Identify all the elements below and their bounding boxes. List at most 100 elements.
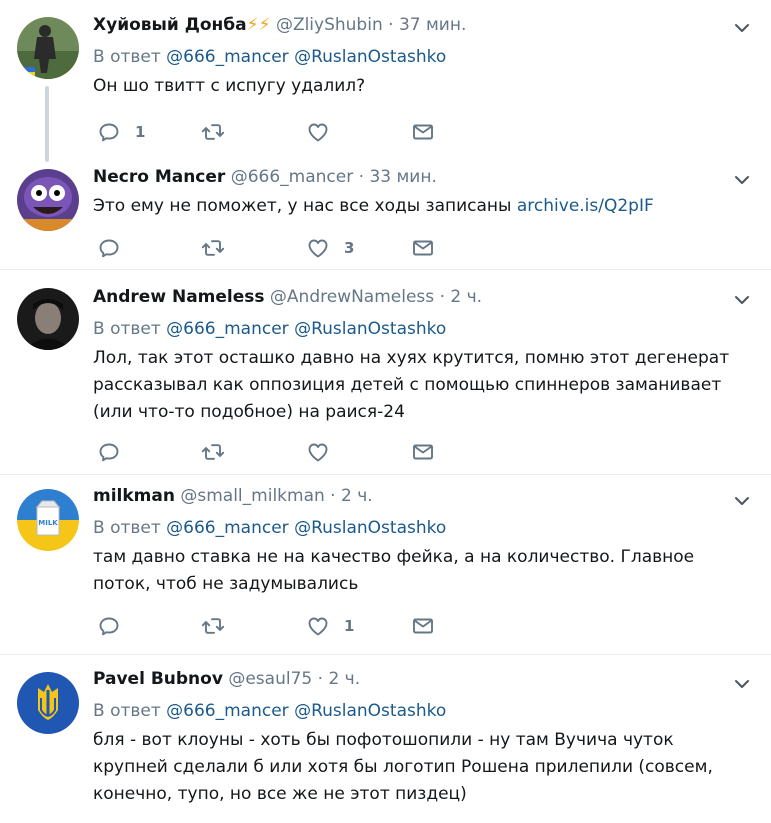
reply-button[interactable]	[97, 236, 135, 260]
tweet-4[interactable]: MILK milkman @small_milkman · 2 ч. В отв…	[0, 475, 771, 655]
reply-prefix: В ответ	[93, 518, 161, 538]
mention-link[interactable]: @RuslanOstashko	[294, 518, 446, 538]
reply-button[interactable]	[97, 614, 135, 638]
user-handle[interactable]: @666_mancer	[231, 167, 354, 187]
like-icon	[306, 236, 330, 260]
tweet-header: Хуйовый Донба⚡⚡ @ZliyShubin · 37 мин.	[93, 13, 751, 37]
like-count: 3	[344, 239, 355, 257]
display-name[interactable]: Хуйовый Донба	[93, 15, 247, 35]
mention-link[interactable]: @666_mancer	[166, 47, 289, 67]
tweet-text: Это ему не поможет, у нас все ходы запис…	[93, 193, 751, 220]
mention-link[interactable]: @RuslanOstashko	[294, 701, 446, 721]
message-icon	[411, 236, 435, 260]
tweet-text-body: Это ему не поможет, у нас все ходы запис…	[93, 196, 517, 216]
message-icon	[411, 614, 435, 638]
separator: ·	[317, 669, 324, 689]
tweet-text: бля - вот клоуны - хоть бы пофотошопили …	[93, 730, 713, 804]
mention-link[interactable]: @666_mancer	[166, 518, 289, 538]
like-count: 1	[344, 617, 355, 635]
like-button[interactable]	[306, 120, 344, 144]
reply-icon	[97, 440, 121, 464]
timestamp[interactable]: 33 мин.	[369, 167, 436, 187]
avatar[interactable]	[17, 17, 79, 79]
lightning-emoji: ⚡⚡	[246, 15, 271, 35]
timestamp[interactable]: 2 ч.	[450, 287, 482, 307]
reply-prefix: В ответ	[93, 319, 161, 339]
timestamp[interactable]: 2 ч.	[328, 669, 360, 689]
mention-link[interactable]: @RuslanOstashko	[294, 47, 446, 67]
tweet-text: Лол, так этот осташко давно на хуях крут…	[93, 348, 730, 422]
separator: ·	[330, 486, 336, 506]
reply-prefix: В ответ	[93, 47, 161, 67]
like-icon	[306, 614, 330, 638]
display-name[interactable]: Necro Mancer	[93, 167, 225, 187]
tweet-text: Он шо твитт с испугу удалил?	[93, 76, 366, 96]
display-name[interactable]: Pavel Bubnov	[93, 669, 223, 689]
message-icon	[411, 440, 435, 464]
separator: ·	[358, 167, 365, 187]
reply-icon	[97, 120, 121, 144]
retweet-icon	[201, 440, 225, 464]
retweet-button[interactable]	[201, 440, 239, 464]
reply-button[interactable]: 1	[97, 120, 145, 144]
reply-icon	[97, 614, 121, 638]
milk-label: MILK	[38, 519, 58, 527]
mention-link[interactable]: @666_mancer	[166, 701, 289, 721]
display-name[interactable]: Andrew Nameless	[93, 287, 265, 307]
tweet-5[interactable]: Pavel Bubnov @esaul75 · 2 ч. В ответ @66…	[0, 655, 771, 823]
retweet-button[interactable]	[201, 614, 239, 638]
tweet-3[interactable]: Andrew Nameless @AndrewNameless · 2 ч. В…	[0, 270, 771, 475]
separator: ·	[439, 287, 445, 307]
timestamp[interactable]: 37 мин.	[399, 15, 466, 35]
display-name[interactable]: milkman	[93, 486, 175, 506]
message-button[interactable]	[411, 440, 435, 464]
message-button[interactable]	[411, 614, 435, 638]
user-handle[interactable]: @ZliyShubin	[276, 15, 383, 35]
avatar[interactable]	[17, 288, 79, 350]
retweet-button[interactable]	[201, 120, 239, 144]
timestamp[interactable]: 2 ч.	[341, 486, 373, 506]
mention-link[interactable]: @666_mancer	[166, 319, 289, 339]
retweet-icon	[201, 236, 225, 260]
mention-link[interactable]: @RuslanOstashko	[294, 319, 446, 339]
like-icon	[306, 120, 330, 144]
like-button[interactable]: 1	[306, 614, 354, 638]
tweet-header: Andrew Nameless @AndrewNameless · 2 ч.	[93, 285, 751, 309]
tweet-header: Necro Mancer @666_mancer · 33 мин.	[93, 165, 751, 189]
user-handle[interactable]: @AndrewNameless	[270, 287, 434, 307]
avatar[interactable]	[17, 169, 79, 231]
tweet-header: Pavel Bubnov @esaul75 · 2 ч.	[93, 667, 751, 691]
thread-line	[45, 86, 49, 162]
tweet-1[interactable]: Хуйовый Донба⚡⚡ @ZliyShubin · 37 мин. В …	[0, 0, 771, 162]
message-button[interactable]	[411, 120, 435, 144]
chevron-down-icon[interactable]	[733, 492, 751, 510]
reply-context: В ответ @666_mancer @RuslanOstashko	[93, 699, 751, 723]
message-button[interactable]	[411, 236, 435, 260]
reply-icon	[97, 236, 121, 260]
like-button[interactable]: 3	[306, 236, 354, 260]
tweet-2[interactable]: Necro Mancer @666_mancer · 33 мин. Это е…	[0, 152, 771, 270]
avatar[interactable]	[17, 672, 79, 734]
message-icon	[411, 120, 435, 144]
tweet-header: milkman @small_milkman · 2 ч.	[93, 484, 751, 508]
reply-context: В ответ @666_mancer @RuslanOstashko	[93, 45, 751, 69]
chevron-down-icon[interactable]	[733, 171, 751, 189]
avatar[interactable]: MILK	[17, 489, 79, 551]
user-handle[interactable]: @esaul75	[228, 669, 312, 689]
chevron-down-icon[interactable]	[733, 19, 751, 37]
retweet-button[interactable]	[201, 236, 239, 260]
user-handle[interactable]: @small_milkman	[180, 486, 324, 506]
reply-context: В ответ @666_mancer @RuslanOstashko	[93, 317, 751, 341]
reply-context: В ответ @666_mancer @RuslanOstashko	[93, 516, 751, 540]
reply-prefix: В ответ	[93, 701, 161, 721]
retweet-icon	[201, 614, 225, 638]
tweet-text: там давно ставка не на качество фейка, а…	[93, 547, 695, 594]
retweet-icon	[201, 120, 225, 144]
like-button[interactable]	[306, 440, 344, 464]
like-icon	[306, 440, 330, 464]
reply-button[interactable]	[97, 440, 135, 464]
chevron-down-icon[interactable]	[733, 675, 751, 693]
reply-count: 1	[135, 123, 146, 141]
chevron-down-icon[interactable]	[733, 291, 751, 309]
archive-link[interactable]: archive.is/Q2pIF	[517, 196, 654, 216]
